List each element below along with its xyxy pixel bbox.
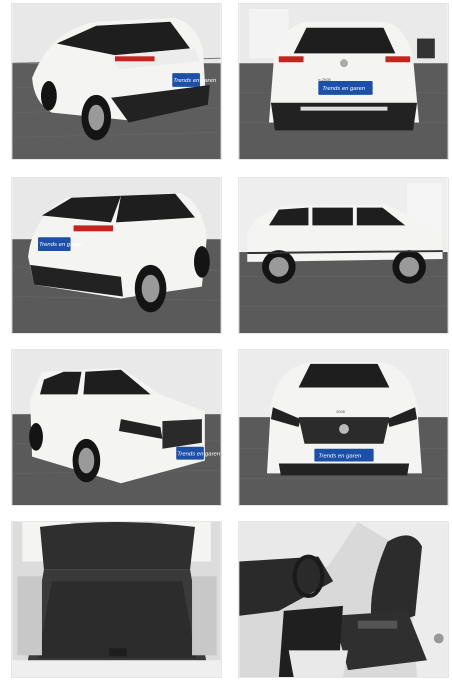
plate-text: Trends en garen — [318, 454, 362, 460]
gallery-photo-rear-right[interactable]: Trends en garen — [11, 177, 222, 334]
car-rear-image: e-2008 Trends en garen — [239, 4, 448, 159]
gallery-photo-front[interactable]: 2008 Trends en garen — [238, 349, 449, 506]
gallery-photo-rear[interactable]: e-2008 Trends en garen — [238, 3, 449, 160]
car-front-image: 2008 Trends en garen — [239, 350, 448, 505]
boot-interior-image — [12, 522, 221, 677]
plate-text: Trends en garen — [173, 78, 217, 84]
car-side-image — [239, 178, 448, 333]
plate-text: Trends en garen — [39, 242, 83, 248]
car-rear-left-image: Trends en garen — [12, 4, 221, 159]
gallery-photo-side[interactable] — [238, 177, 449, 334]
model-badge: 2008 — [336, 409, 346, 414]
seats-interior-image — [239, 522, 448, 677]
gallery-photo-interior[interactable] — [238, 521, 449, 678]
plate-text: Trends en garen — [177, 452, 221, 458]
gallery-photo-boot[interactable] — [11, 521, 222, 678]
car-rear-right-image: Trends en garen — [12, 178, 221, 333]
car-front-left-image: Trends en garen — [12, 350, 221, 505]
gallery-photo-front-left[interactable]: Trends en garen — [11, 349, 222, 506]
gallery-photo-rear-left[interactable]: Trends en garen — [11, 3, 222, 160]
plate-text: Trends en garen — [322, 86, 366, 92]
